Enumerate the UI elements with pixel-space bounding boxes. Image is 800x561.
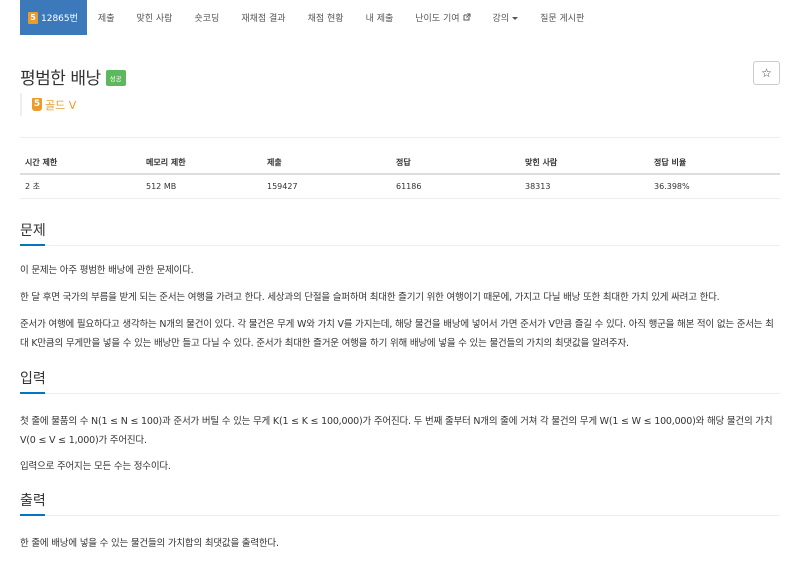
- nav-short-coding[interactable]: 숏코딩: [183, 0, 230, 35]
- external-link-icon: [463, 13, 471, 23]
- favorite-star-button[interactable]: ☆: [753, 61, 780, 85]
- description-paragraph-1: 이 문제는 아주 평범한 배낭에 관한 문제이다.: [20, 265, 194, 276]
- nav-rejudge-results[interactable]: 재채점 결과: [230, 0, 296, 35]
- problem-title: 평범한 배낭: [20, 69, 101, 89]
- memory-limit-value: 512 MB: [146, 181, 177, 191]
- section-title-description: 문제: [20, 223, 46, 239]
- nav-submit[interactable]: 제출: [87, 0, 126, 35]
- accept-ratio-value: 36.398%: [654, 181, 690, 191]
- output-paragraph-1: 한 줄에 배낭에 넣을 수 있는 물건들의 가치합의 최댓값을 출력한다.: [20, 538, 279, 549]
- caret-down-icon: [512, 16, 519, 20]
- nav-problem-number[interactable]: 5 12865번: [20, 0, 87, 35]
- input-paragraph-2: 입력으로 주어지는 모든 수는 정수이다.: [20, 461, 171, 472]
- submissions-value: 159427: [267, 181, 298, 191]
- tier-info: 5 골드 V: [20, 93, 76, 116]
- nav-difficulty-contribution[interactable]: 난이도 기여: [404, 0, 481, 35]
- input-paragraph-1: 첫 줄에 물품의 수 N(1 ≤ N ≤ 100)과 준서가 버틸 수 있는 무…: [20, 416, 773, 446]
- section-underline: [20, 244, 45, 246]
- nav-solved-users[interactable]: 맞힌 사람: [125, 0, 183, 35]
- tier-name[interactable]: 골드 V: [45, 97, 76, 113]
- problem-title-row: 평범한 배낭 성공: [20, 64, 126, 89]
- header-accepted: 정답: [391, 151, 520, 175]
- section-underline: [20, 392, 45, 394]
- gold-tier-icon: 5: [32, 98, 42, 111]
- header-solved-users: 맞힌 사람: [520, 151, 649, 175]
- nav-judge-status[interactable]: 채점 현황: [297, 0, 355, 35]
- problem-navbar: 5 12865번 제출 맞힌 사람 숏코딩 재채점 결과 채점 현황 내 제출 …: [0, 0, 800, 42]
- section-title-input: 입력: [20, 371, 46, 387]
- star-icon: ☆: [761, 66, 772, 80]
- table-row: 2 초 512 MB 159427 61186 38313 36.398%: [20, 174, 780, 197]
- problem-number-label: 12865번: [41, 14, 78, 24]
- header-memory-limit: 메모리 제한: [141, 151, 262, 175]
- description-paragraph-2: 한 달 후면 국가의 부름을 받게 되는 준서는 여행을 가려고 한다. 세상과…: [20, 292, 720, 303]
- description-paragraph-3: 준서가 여행에 필요하다고 생각하는 N개의 물건이 있다. 각 물건은 무게 …: [20, 319, 774, 349]
- nav-my-submissions[interactable]: 내 제출: [355, 0, 405, 35]
- nav-lectures-dropdown[interactable]: 강의: [482, 0, 530, 35]
- problem-description-section: 문제: [20, 220, 780, 246]
- header-time-limit: 시간 제한: [20, 151, 141, 175]
- section-header: 문제: [20, 220, 780, 246]
- divider: [20, 137, 780, 138]
- section-header: 입력: [20, 368, 780, 394]
- tier-badge-icon: 5: [28, 11, 38, 24]
- divider: [20, 198, 780, 199]
- solved-users-value: 38313: [525, 181, 551, 191]
- status-badge: 성공: [105, 70, 126, 86]
- problem-output-section: 출력: [20, 490, 780, 516]
- section-title-output: 출력: [20, 493, 46, 509]
- table-header-row: 시간 제한 메모리 제한 제출 정답 맞힌 사람 정답 비율: [20, 151, 780, 175]
- time-limit-value: 2 초: [25, 181, 40, 191]
- accepted-value: 61186: [396, 181, 422, 191]
- section-header: 출력: [20, 490, 780, 516]
- problem-input-section: 입력: [20, 368, 780, 394]
- nav-question-board[interactable]: 질문 게시판: [529, 0, 595, 35]
- lectures-label: 강의: [492, 14, 510, 24]
- difficulty-contribution-label: 난이도 기여: [415, 14, 460, 24]
- problem-nav-list: 5 12865번 제출 맞힌 사람 숏코딩 재채점 결과 채점 현황 내 제출 …: [20, 0, 595, 35]
- header-accept-ratio: 정답 비율: [649, 151, 780, 175]
- section-underline: [20, 514, 45, 516]
- header-submissions: 제출: [262, 151, 391, 175]
- problem-info-table: 시간 제한 메모리 제한 제출 정답 맞힌 사람 정답 비율 2 초 512 M…: [20, 151, 780, 197]
